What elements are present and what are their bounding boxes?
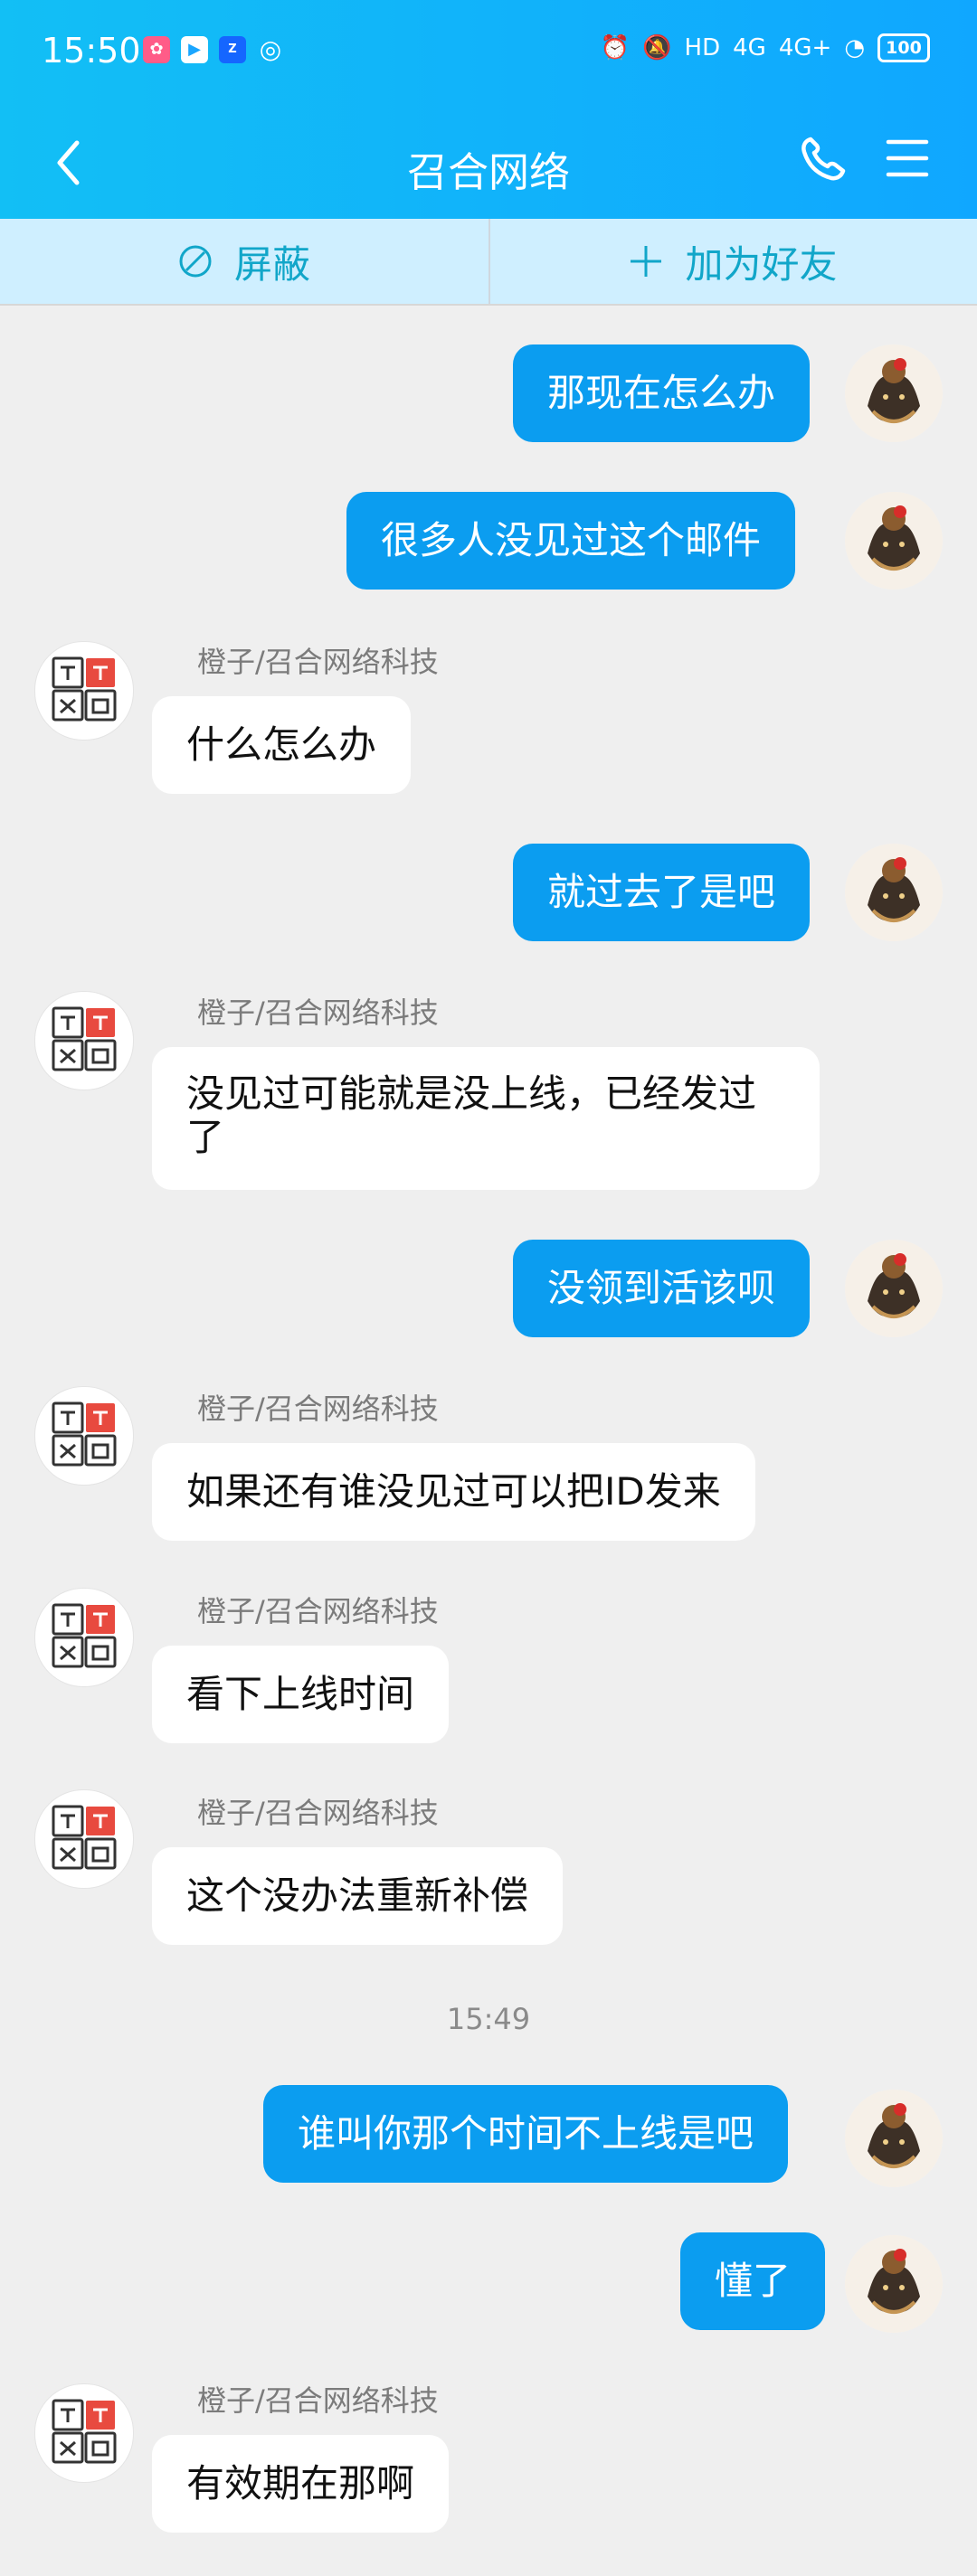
company-logo-icon (52, 1603, 117, 1668)
company-logo-icon (52, 2399, 117, 2464)
menu-icon[interactable] (885, 137, 930, 179)
my-avatar[interactable] (845, 2235, 943, 2333)
zhihu-app-icon: Z (219, 36, 246, 63)
app-notification-icon: ✿ (143, 36, 170, 63)
outgoing-message[interactable]: 懂了 (680, 2232, 826, 2330)
incoming-message[interactable]: 如果还有谁没见过可以把ID发来 (152, 1443, 755, 1541)
outgoing-message[interactable]: 很多人没见过这个邮件 (346, 492, 796, 590)
outgoing-message[interactable]: 谁叫你那个时间不上线是吧 (263, 2085, 789, 2183)
my-avatar[interactable] (845, 2090, 943, 2187)
sender-name: 橙子/召合网络科技 (197, 1796, 439, 1830)
contact-avatar[interactable] (34, 1386, 134, 1486)
plus-icon (631, 246, 662, 277)
sender-name: 橙子/召合网络科技 (197, 645, 439, 679)
system-status-icons: ⏰ 🔕 HD 4G 4G+ ◔ 100 (601, 33, 930, 62)
my-avatar[interactable] (845, 492, 943, 590)
wifi-icon: ◔ (844, 34, 865, 61)
incoming-message[interactable]: 看下上线时间 (152, 1646, 450, 1743)
dragon-avatar-icon (845, 344, 943, 442)
dragon-avatar-icon (845, 2235, 943, 2333)
alarm-icon: ⏰ (600, 34, 631, 61)
signal-4g-plus-icon: 4G+ (778, 34, 832, 61)
sender-name: 橙子/召合网络科技 (197, 2383, 439, 2418)
video-app-icon: ▶ (181, 36, 208, 63)
contact-avatar[interactable] (34, 2383, 134, 2483)
dragon-avatar-icon (845, 844, 943, 941)
block-label: 屏蔽 (233, 241, 310, 287)
my-avatar[interactable] (845, 844, 943, 941)
notification-icons: ✿ ▶ Z ◎ (143, 36, 284, 63)
status-bar: 15:50 ✿ ▶ Z ◎ ⏰ 🔕 HD 4G 4G+ ◔ 100 (0, 0, 977, 109)
dragon-avatar-icon (845, 2090, 943, 2187)
block-button[interactable]: 屏蔽 (0, 219, 488, 304)
company-logo-icon (52, 1006, 117, 1071)
add-friend-button[interactable]: 加为好友 (489, 219, 977, 304)
incoming-message[interactable]: 什么怎么办 (152, 696, 412, 794)
contact-avatar[interactable] (34, 641, 134, 741)
incoming-message[interactable]: 这个没办法重新补偿 (152, 1847, 564, 1945)
battery-icon: 100 (877, 33, 930, 62)
my-avatar[interactable] (845, 1240, 943, 1337)
sender-name: 橙子/召合网络科技 (197, 995, 439, 1030)
incoming-message[interactable]: 有效期在那啊 (152, 2435, 450, 2533)
hd-icon: HD (684, 34, 721, 61)
sender-name: 橙子/召合网络科技 (197, 1392, 439, 1426)
phone-icon[interactable] (796, 132, 849, 184)
block-icon (179, 245, 212, 278)
top-bar: 15:50 ✿ ▶ Z ◎ ⏰ 🔕 HD 4G 4G+ ◔ 100 召合网络 (0, 0, 977, 219)
outgoing-message[interactable]: 没领到活该呗 (513, 1240, 811, 1337)
contact-action-bar: 屏蔽 加为好友 (0, 219, 977, 306)
my-avatar[interactable] (845, 344, 943, 442)
contact-avatar[interactable] (34, 991, 134, 1090)
message-timestamp: 15:49 (446, 2002, 531, 2036)
incoming-message[interactable]: 没见过可能就是没上线，已经发过了 (152, 1047, 820, 1190)
company-logo-icon (52, 1401, 117, 1467)
add-friend-label: 加为好友 (685, 241, 838, 287)
outgoing-message[interactable]: 就过去了是吧 (513, 844, 811, 941)
contact-avatar[interactable] (34, 1588, 134, 1687)
contact-avatar[interactable] (34, 1789, 134, 1889)
status-time: 15:50 (42, 31, 141, 71)
company-logo-icon (52, 656, 117, 722)
dragon-avatar-icon (845, 492, 943, 590)
outgoing-message[interactable]: 那现在怎么办 (513, 344, 811, 442)
wechat-icon: ◎ (259, 34, 282, 64)
mute-icon: 🔕 (642, 34, 672, 61)
dragon-avatar-icon (845, 1240, 943, 1337)
signal-4g-icon: 4G (733, 34, 766, 61)
chat-header: 召合网络 (0, 109, 977, 219)
company-logo-icon (52, 1805, 117, 1870)
sender-name: 橙子/召合网络科技 (197, 1594, 439, 1628)
